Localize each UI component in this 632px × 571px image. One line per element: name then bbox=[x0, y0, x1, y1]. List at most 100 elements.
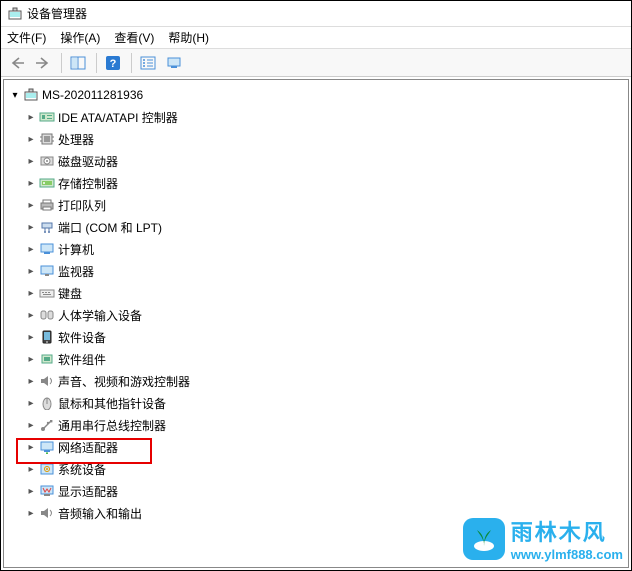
tree-item-label: 计算机 bbox=[58, 241, 94, 258]
tree-item-label: 网络适配器 bbox=[58, 439, 118, 456]
expand-arrow-icon[interactable]: ▸ bbox=[24, 508, 38, 519]
expand-arrow-icon[interactable]: ▸ bbox=[24, 420, 38, 431]
tree-item[interactable]: ▸ 处理器 bbox=[4, 128, 628, 150]
device-tree-panel: ▾ MS-202011281936 ▸ IDE ATA/ATAPI 控制器 ▸ 处理器 ▸ 磁… bbox=[3, 79, 629, 568]
toolbar-separator bbox=[131, 53, 132, 73]
monitor-icon bbox=[38, 263, 56, 279]
software-component-icon bbox=[38, 351, 56, 367]
tree-item[interactable]: ▸ 打印队列 bbox=[4, 194, 628, 216]
watermark-url: www.ylmf888.com bbox=[511, 547, 623, 562]
menu-view[interactable]: 查看(V) bbox=[114, 29, 154, 46]
expand-arrow-icon[interactable]: ▸ bbox=[24, 112, 38, 123]
expand-arrow-icon[interactable]: ▸ bbox=[24, 486, 38, 497]
computer-icon bbox=[38, 241, 56, 257]
expand-arrow-icon[interactable]: ▸ bbox=[24, 332, 38, 343]
help-button[interactable]: ? bbox=[101, 52, 125, 74]
cpu-icon bbox=[38, 131, 56, 147]
tree-item-label: 软件设备 bbox=[58, 329, 106, 346]
toolbar-separator bbox=[96, 53, 97, 73]
expand-arrow-icon[interactable]: ▸ bbox=[24, 288, 38, 299]
tree-item[interactable]: ▸ 键盘 bbox=[4, 282, 628, 304]
expand-arrow-icon[interactable]: ▸ bbox=[24, 200, 38, 211]
tree-root[interactable]: ▾ MS-202011281936 bbox=[4, 84, 628, 106]
tree-item[interactable]: ▸ 通用串行总线控制器 bbox=[4, 414, 628, 436]
expand-arrow-icon[interactable]: ▸ bbox=[24, 398, 38, 409]
printer-icon bbox=[38, 197, 56, 213]
forward-button[interactable] bbox=[31, 52, 55, 74]
storage-controller-icon bbox=[38, 175, 56, 191]
expand-arrow-icon[interactable]: ▾ bbox=[8, 90, 22, 101]
computer-root-icon bbox=[22, 87, 40, 103]
system-device-icon bbox=[38, 461, 56, 477]
expand-arrow-icon[interactable]: ▸ bbox=[24, 178, 38, 189]
tree-item[interactable]: ▸ 鼠标和其他指针设备 bbox=[4, 392, 628, 414]
tree-item[interactable]: ▸ 计算机 bbox=[4, 238, 628, 260]
tree-item-label: 端口 (COM 和 LPT) bbox=[58, 219, 162, 236]
titlebar: 设备管理器 bbox=[1, 1, 631, 27]
tree-item[interactable]: ▸ 人体学输入设备 bbox=[4, 304, 628, 326]
tree-item-label: 人体学输入设备 bbox=[58, 307, 142, 324]
expand-arrow-icon[interactable]: ▸ bbox=[24, 222, 38, 233]
tree-item[interactable]: ▸ 显示适配器 bbox=[4, 480, 628, 502]
audio-io-icon bbox=[38, 505, 56, 521]
tree-item[interactable]: ▸ 存储控制器 bbox=[4, 172, 628, 194]
tree-item-label: 通用串行总线控制器 bbox=[58, 417, 166, 434]
devices-by-connection-button[interactable] bbox=[162, 52, 186, 74]
ide-controller-icon bbox=[38, 109, 56, 125]
tree-item-label: 打印队列 bbox=[58, 197, 106, 214]
watermark: 雨林木风 www.ylmf888.com bbox=[463, 515, 623, 562]
tree-item-label: 显示适配器 bbox=[58, 483, 118, 500]
expand-arrow-icon[interactable]: ▸ bbox=[24, 244, 38, 255]
hid-icon bbox=[38, 307, 56, 323]
tree-item[interactable]: ▸ 网络适配器 bbox=[4, 436, 628, 458]
tree-item-label: IDE ATA/ATAPI 控制器 bbox=[58, 109, 178, 126]
tree-item-label: 监视器 bbox=[58, 263, 94, 280]
usb-controller-icon bbox=[38, 417, 56, 433]
expand-arrow-icon[interactable]: ▸ bbox=[24, 266, 38, 277]
toolbar-separator bbox=[61, 53, 62, 73]
device-manager-app-icon bbox=[7, 6, 23, 22]
tree-item[interactable]: ▸ 监视器 bbox=[4, 260, 628, 282]
sound-icon bbox=[38, 373, 56, 389]
tree-item-label: 存储控制器 bbox=[58, 175, 118, 192]
tree-item-label: 音频输入和输出 bbox=[58, 505, 142, 522]
details-pane-button[interactable] bbox=[66, 52, 90, 74]
svg-text:?: ? bbox=[110, 58, 117, 70]
tree-item-label: 系统设备 bbox=[58, 461, 106, 478]
expand-arrow-icon[interactable]: ▸ bbox=[24, 134, 38, 145]
tree-item-label: 鼠标和其他指针设备 bbox=[58, 395, 166, 412]
disk-drive-icon bbox=[38, 153, 56, 169]
menu-file[interactable]: 文件(F) bbox=[7, 29, 46, 46]
tree-item[interactable]: ▸ 系统设备 bbox=[4, 458, 628, 480]
menu-help[interactable]: 帮助(H) bbox=[168, 29, 209, 46]
expand-arrow-icon[interactable]: ▸ bbox=[24, 354, 38, 365]
tree-item[interactable]: ▸ 声音、视频和游戏控制器 bbox=[4, 370, 628, 392]
display-adapter-icon bbox=[38, 483, 56, 499]
tree-item-label: 软件组件 bbox=[58, 351, 106, 368]
tree-item[interactable]: ▸ 软件组件 bbox=[4, 348, 628, 370]
expand-arrow-icon[interactable]: ▸ bbox=[24, 310, 38, 321]
expand-arrow-icon[interactable]: ▸ bbox=[24, 156, 38, 167]
back-button[interactable] bbox=[5, 52, 29, 74]
tree-item-label: 处理器 bbox=[58, 131, 94, 148]
tree-item[interactable]: ▸ 端口 (COM 和 LPT) bbox=[4, 216, 628, 238]
software-device-icon bbox=[38, 329, 56, 345]
expand-arrow-icon[interactable]: ▸ bbox=[24, 376, 38, 387]
expand-arrow-icon[interactable]: ▸ bbox=[24, 464, 38, 475]
mouse-icon bbox=[38, 395, 56, 411]
toolbar: ? bbox=[1, 49, 631, 77]
menubar: 文件(F) 操作(A) 查看(V) 帮助(H) bbox=[1, 27, 631, 49]
tree-item[interactable]: ▸ 磁盘驱动器 bbox=[4, 150, 628, 172]
tree-item-label: 声音、视频和游戏控制器 bbox=[58, 373, 190, 390]
tree-item[interactable]: ▸ 软件设备 bbox=[4, 326, 628, 348]
tree-root-label: MS-202011281936 bbox=[42, 88, 143, 102]
ports-icon bbox=[38, 219, 56, 235]
tree-item-label: 磁盘驱动器 bbox=[58, 153, 118, 170]
network-adapter-icon bbox=[38, 439, 56, 455]
icon-list-button[interactable] bbox=[136, 52, 160, 74]
tree-item-label: 键盘 bbox=[58, 285, 82, 302]
menu-action[interactable]: 操作(A) bbox=[60, 29, 100, 46]
expand-arrow-icon[interactable]: ▸ bbox=[24, 442, 38, 453]
watermark-brand: 雨林木风 bbox=[511, 515, 623, 547]
tree-item[interactable]: ▸ IDE ATA/ATAPI 控制器 bbox=[4, 106, 628, 128]
